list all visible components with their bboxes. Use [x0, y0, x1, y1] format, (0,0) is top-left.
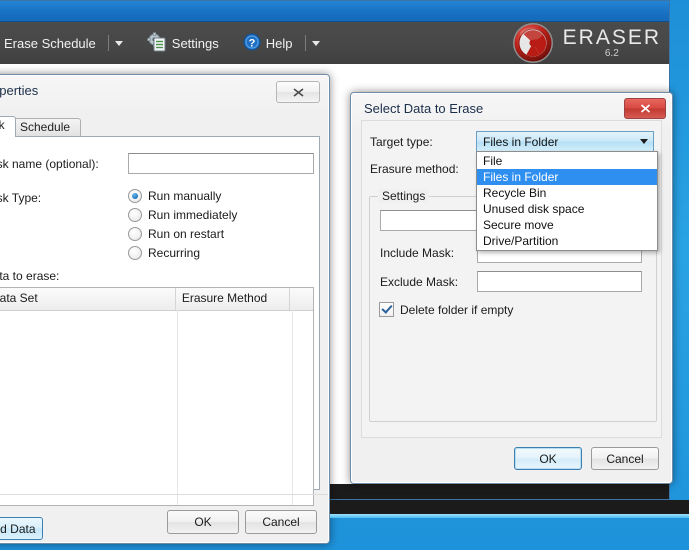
- help-icon: ?: [243, 33, 261, 54]
- dropdown-option-file[interactable]: File: [477, 153, 657, 169]
- chevron-down-icon-2[interactable]: [311, 40, 320, 46]
- target-type-label: Target type:: [370, 135, 433, 149]
- radio-run-immediately[interactable]: Run immediately: [128, 208, 237, 222]
- data-grid-header: Data Set Erasure Method: [0, 288, 313, 311]
- app-titlebar[interactable]: [0, 1, 669, 22]
- delete-folder-if-empty-checkbox[interactable]: Delete folder if empty: [379, 302, 513, 317]
- grid-column-divider: [177, 310, 178, 505]
- erasure-method-label: Erasure method:: [370, 162, 459, 176]
- tab-task[interactable]: ask: [0, 116, 16, 137]
- properties-tabstrip: ask Schedule: [0, 116, 320, 137]
- toolbar-divider-1: [107, 35, 109, 51]
- dropdown-option-drive-partition[interactable]: Drive/Partition: [477, 233, 657, 249]
- radio-run-manually-label: Run manually: [148, 189, 222, 203]
- brand-text: ERASER 6.2: [563, 27, 661, 59]
- chevron-down-icon[interactable]: [114, 40, 123, 46]
- target-type-dropdown-list[interactable]: File Files in Folder Recycle Bin Unused …: [476, 151, 658, 251]
- grid-column-divider-2: [292, 310, 293, 505]
- dropdown-option-recycle-bin[interactable]: Recycle Bin: [477, 185, 657, 201]
- task-name-input[interactable]: [128, 153, 314, 174]
- exclude-mask-label: Exclude Mask:: [380, 275, 459, 289]
- include-mask-label: Include Mask:: [380, 246, 455, 260]
- data-to-erase-label: Data to erase:: [0, 269, 60, 283]
- exclude-mask-input[interactable]: [477, 271, 642, 292]
- dropdown-option-unused-disk-space[interactable]: Unused disk space: [477, 201, 657, 217]
- radio-recurring-label: Recurring: [148, 246, 201, 260]
- task-properties-inner: Properties ask Schedule: [0, 75, 329, 543]
- toolbar-erase-schedule[interactable]: Erase Schedule: [0, 28, 100, 58]
- add-data-button[interactable]: Add Data: [0, 517, 43, 540]
- close-icon[interactable]: [276, 81, 320, 103]
- window-glow-strip: [330, 514, 689, 518]
- task-name-label: Task name (optional):: [0, 157, 99, 171]
- screen: Erase Schedule Settings ? Help ERASER 6.…: [0, 0, 689, 550]
- target-type-combobox[interactable]: Files in Folder: [476, 131, 654, 152]
- settings-groupbox-label: Settings: [378, 189, 430, 203]
- properties-cancel-button[interactable]: Cancel: [245, 510, 317, 534]
- task-properties-dialog: Properties ask Schedule: [0, 74, 330, 544]
- toolbar-settings[interactable]: Settings: [143, 28, 223, 58]
- task-type-label: Task Type:: [0, 191, 42, 205]
- select-data-cancel-button[interactable]: Cancel: [591, 447, 659, 470]
- radio-run-immediately-indicator: [128, 208, 142, 222]
- toolbar-help-label: Help: [265, 35, 293, 51]
- dropdown-option-secure-move[interactable]: Secure move: [477, 217, 657, 233]
- svg-text:?: ?: [248, 37, 255, 49]
- delete-folder-if-empty-label: Delete folder if empty: [400, 302, 514, 317]
- window-bottom-strip: [330, 500, 689, 514]
- radio-run-on-restart-indicator: [128, 227, 142, 241]
- toolbar-settings-label: Settings: [171, 35, 219, 51]
- brand-name: ERASER: [562, 26, 661, 49]
- task-properties-title: Properties: [0, 83, 39, 98]
- toolbar-erase-schedule-label: Erase Schedule: [4, 35, 96, 51]
- close-glyph: [293, 87, 303, 97]
- close-icon-select-data[interactable]: [624, 98, 666, 119]
- chevron-down-icon-combo[interactable]: [635, 132, 653, 151]
- select-data-to-erase-dialog: Select Data to Erase Target type: Files …: [350, 92, 673, 484]
- radio-run-on-restart[interactable]: Run on restart: [128, 227, 224, 241]
- brand-version: 6.2: [604, 48, 619, 59]
- tab-schedule-label: Schedule: [20, 120, 71, 134]
- radiation-logo-icon: [511, 21, 555, 65]
- radio-run-manually-indicator: [128, 189, 142, 203]
- column-header-filler: [290, 288, 313, 310]
- toolbar-divider-2: [304, 35, 306, 51]
- app-toolbar: Erase Schedule Settings ? Help ERASER 6.…: [0, 22, 669, 65]
- close-glyph-2: [640, 104, 650, 113]
- radio-run-manually[interactable]: Run manually: [128, 189, 221, 203]
- radio-recurring[interactable]: Recurring: [128, 246, 200, 260]
- checkbox-indicator: [379, 302, 394, 317]
- radio-run-on-restart-label: Run on restart: [148, 227, 225, 241]
- toolbar-help[interactable]: ? Help: [239, 28, 297, 58]
- task-tab-panel: Task name (optional): Task Type: Run man…: [0, 136, 320, 540]
- select-data-ok-button[interactable]: OK: [514, 447, 582, 470]
- data-to-erase-grid[interactable]: Data Set Erasure Method: [0, 287, 314, 506]
- radio-recurring-indicator: [128, 246, 142, 260]
- properties-ok-button[interactable]: OK: [167, 510, 239, 534]
- column-header-erasure-method[interactable]: Erasure Method: [176, 288, 291, 310]
- column-header-data-set[interactable]: Data Set: [0, 288, 176, 310]
- select-data-title: Select Data to Erase: [364, 101, 484, 116]
- eraser-brand: ERASER 6.2: [511, 21, 661, 65]
- gear-icon: [147, 31, 167, 55]
- footer-divider: [0, 494, 328, 495]
- tab-schedule[interactable]: Schedule: [9, 118, 82, 136]
- target-type-value: Files in Folder: [483, 134, 559, 149]
- dropdown-option-files-in-folder[interactable]: Files in Folder: [477, 169, 657, 185]
- tab-task-label: ask: [0, 118, 5, 132]
- select-data-inner: Select Data to Erase Target type: Files …: [351, 93, 672, 483]
- radio-run-immediately-label: Run immediately: [148, 208, 238, 222]
